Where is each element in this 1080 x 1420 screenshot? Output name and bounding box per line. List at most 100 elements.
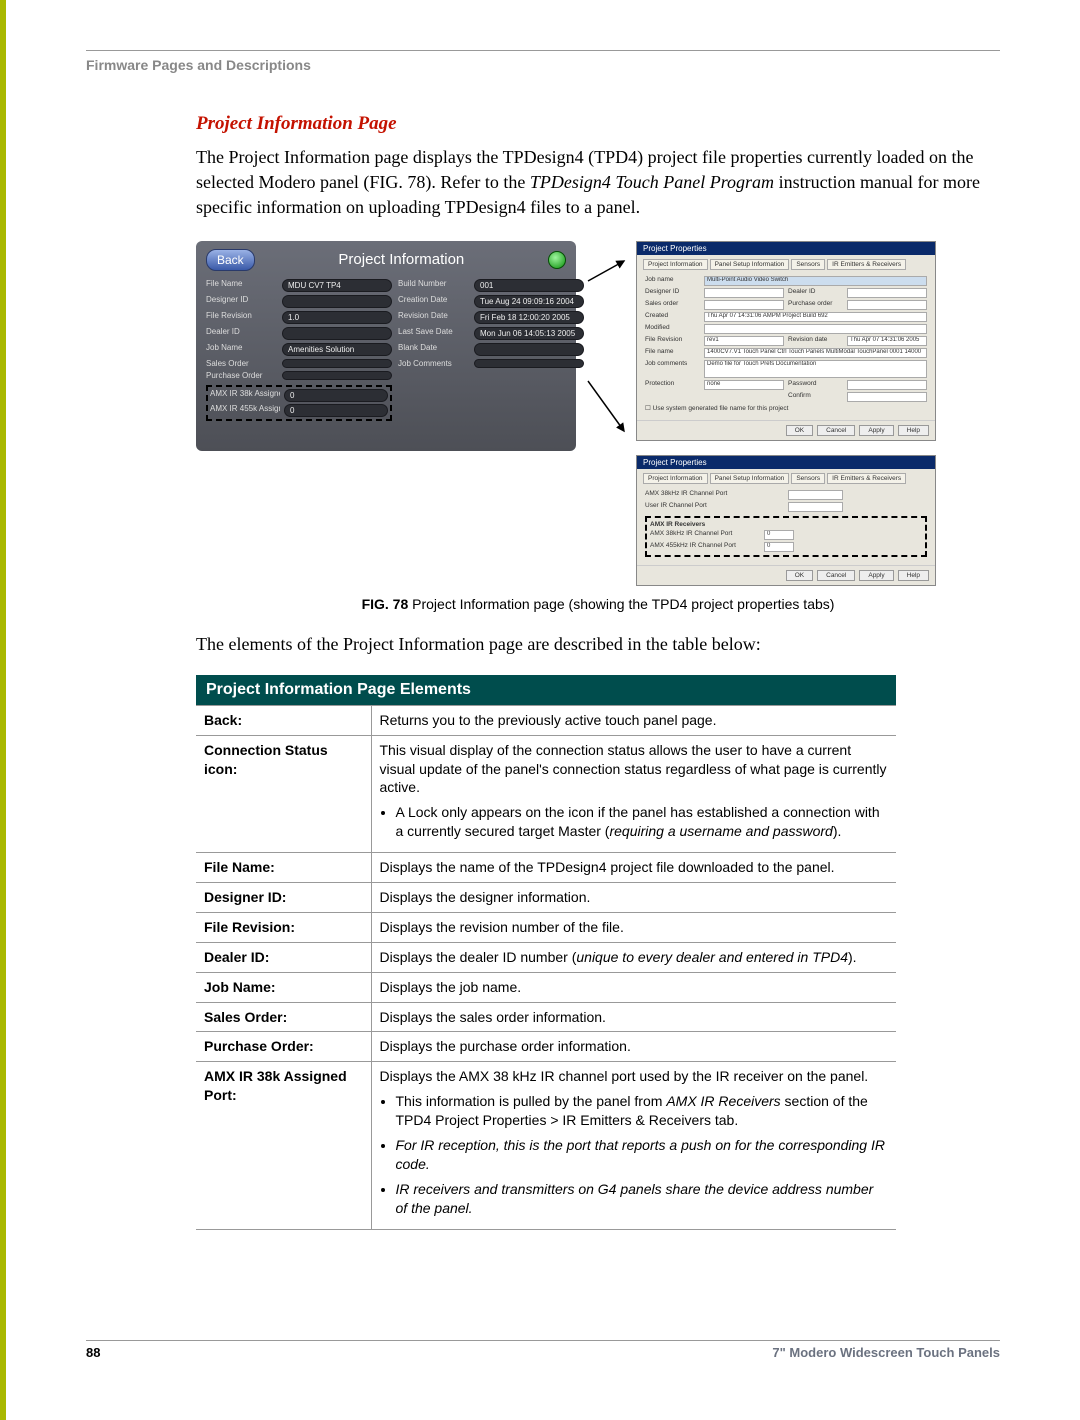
p1-prot-v[interactable]: none <box>704 380 784 390</box>
p1-filename-l: File name <box>645 348 700 358</box>
fig-label: FIG. 78 <box>362 596 409 612</box>
jobname-value: Amenities Solution <box>282 343 392 356</box>
designer-value <box>282 295 392 308</box>
page-footer: 88 7" Modero Widescreen Touch Panels <box>86 1340 1000 1360</box>
p1-po-v[interactable] <box>847 300 927 310</box>
help-button[interactable]: Help <box>898 425 929 436</box>
table-key: Connection Status icon: <box>196 735 371 852</box>
p1-conf-l: Confirm <box>788 392 843 402</box>
page-number: 88 <box>86 1345 100 1360</box>
tab-ir-emitters[interactable]: IR Emitters & Receivers <box>827 259 906 270</box>
p1-prot-l: Protection <box>645 380 700 390</box>
p1-job-v[interactable]: Multi-Point Audio Video Switch <box>704 276 927 286</box>
tab2-ir-emitters[interactable]: IR Emitters & Receivers <box>827 473 906 484</box>
blank-label: Blank Date <box>398 343 468 356</box>
create-value: Tue Aug 24 09:09:16 2004 <box>474 295 584 308</box>
p2-r1-l: AMX 38kHz IR Channel Port <box>650 530 760 540</box>
dialog2-title: Project Properties <box>637 456 935 469</box>
panel-title: Project Information <box>265 251 538 268</box>
p1-deal-v[interactable] <box>847 288 927 298</box>
figure-caption: FIG. 78 Project Information page (showin… <box>196 596 1000 612</box>
breadcrumb: Firmware Pages and Descriptions <box>86 57 1000 73</box>
doc-title: 7" Modero Widescreen Touch Panels <box>772 1345 1000 1360</box>
figure-78: Back Project Information File Name MDU C… <box>196 241 1000 586</box>
table-value: Displays the AMX 38 kHz IR channel port … <box>371 1062 896 1229</box>
tab2-sensors[interactable]: Sensors <box>791 473 825 484</box>
callout-arrows-icon <box>586 241 626 461</box>
p2-emit2-v[interactable] <box>788 502 843 512</box>
table-value: Returns you to the previously active tou… <box>371 705 896 735</box>
dealer-label: Dealer ID <box>206 327 276 340</box>
p1-revdate-v: Thu Apr 07 14:31:06 2005 <box>847 336 927 346</box>
p1-jobcom-v[interactable]: Demo file for Touch Prefs Documentation <box>704 360 927 378</box>
cancel-button[interactable]: Cancel <box>817 425 855 436</box>
p1-sales-l: Sales order <box>645 300 700 310</box>
p1-mod-l: Modified <box>645 324 700 334</box>
project-info-panel: Back Project Information File Name MDU C… <box>196 241 576 451</box>
elements-table: Project Information Page Elements Back:R… <box>196 675 896 1230</box>
table-key: Purchase Order: <box>196 1032 371 1062</box>
ir-receivers-highlight: AMX IR Receivers AMX 38kHz IR Channel Po… <box>645 516 927 557</box>
p1-created-l: Created <box>645 312 700 322</box>
ok-button-2[interactable]: OK <box>786 570 813 581</box>
ir-ports-highlight: AMX IR 38k Assigned Port 0 AMX IR 455k A… <box>206 385 392 421</box>
help-button-2[interactable]: Help <box>898 570 929 581</box>
p2-emit2-l: User IR Channel Port <box>645 502 784 512</box>
purchase-value <box>282 371 392 380</box>
p1-conf-v[interactable] <box>847 392 927 402</box>
blank-value <box>474 343 584 356</box>
p1-revdate-l: Revision date <box>788 336 843 346</box>
p1-pass-v[interactable] <box>847 380 927 390</box>
purchase-label: Purchase Order <box>206 371 276 380</box>
rev-value: Fri Feb 18 12:00:20 2005 <box>474 311 584 324</box>
project-properties-dialog-1: Project Properties Project Information P… <box>636 241 936 441</box>
table-key: Dealer ID: <box>196 942 371 972</box>
cancel-button-2[interactable]: Cancel <box>817 570 855 581</box>
tab-project-information[interactable]: Project Information <box>643 259 708 270</box>
table-value: Displays the purchase order information. <box>371 1032 896 1062</box>
ok-button[interactable]: OK <box>786 425 813 436</box>
p1-created-v: Thu Apr 07 14:31:06 AMPM Project Build 6… <box>704 312 927 322</box>
table-value: Displays the designer information. <box>371 882 896 912</box>
p2-emit1-l: AMX 38kHz IR Channel Port <box>645 490 784 500</box>
tab-sensors[interactable]: Sensors <box>791 259 825 270</box>
p1-po-l: Purchase order <box>788 300 843 310</box>
intro-ital: TPDesign4 Touch Panel Program <box>530 172 774 192</box>
table-value: Displays the sales order information. <box>371 1002 896 1032</box>
p1-mod-v <box>704 324 927 334</box>
back-button[interactable]: Back <box>206 249 255 271</box>
p1-jobcom-l: Job comments <box>645 360 700 378</box>
comm-value <box>474 359 584 368</box>
table-key: Job Name: <box>196 972 371 1002</box>
sales-value <box>282 359 392 368</box>
p2-emit1-v[interactable] <box>788 490 843 500</box>
p2-r2-v[interactable]: 0 <box>764 542 794 552</box>
comm-label: Job Comments <box>398 359 468 368</box>
filerev-value: 1.0 <box>282 311 392 324</box>
p1-des-v[interactable] <box>704 288 784 298</box>
tab2-panel-setup[interactable]: Panel Setup Information <box>710 473 790 484</box>
p1-sales-v[interactable] <box>704 300 784 310</box>
p2-r1-v[interactable]: 0 <box>764 530 794 540</box>
designer-label: Designer ID <box>206 295 276 308</box>
table-key: Sales Order: <box>196 1002 371 1032</box>
dialog1-title: Project Properties <box>637 242 935 255</box>
p1-des-l: Designer ID <box>645 288 700 298</box>
intro-paragraph: The Project Information page displays th… <box>196 145 1000 221</box>
apply-button-2[interactable]: Apply <box>859 570 893 581</box>
p1-filerev-v[interactable]: rev1 <box>704 336 784 346</box>
p1-filename-v: 1400CV7.V1 Touch Panel Ctrl Touch Panels… <box>704 348 927 358</box>
build-label: Build Number <box>398 279 468 292</box>
p1-auto[interactable]: ☐ Use system generated file name for thi… <box>645 404 927 412</box>
save-label: Last Save Date <box>398 327 468 340</box>
save-value: Mon Jun 06 14:05:13 2005 <box>474 327 584 340</box>
create-label: Creation Date <box>398 295 468 308</box>
p1-filerev-l: File Revision <box>645 336 700 346</box>
apply-button[interactable]: Apply <box>859 425 893 436</box>
amx455-label: AMX IR 455k Assigned Port <box>210 404 280 417</box>
tab2-project-information[interactable]: Project Information <box>643 473 708 484</box>
p2-r2-l: AMX 455kHz IR Channel Port <box>650 542 760 552</box>
section-title: Project Information Page <box>196 113 1000 135</box>
filerev-label: File Revision <box>206 311 276 324</box>
tab-panel-setup[interactable]: Panel Setup Information <box>710 259 790 270</box>
